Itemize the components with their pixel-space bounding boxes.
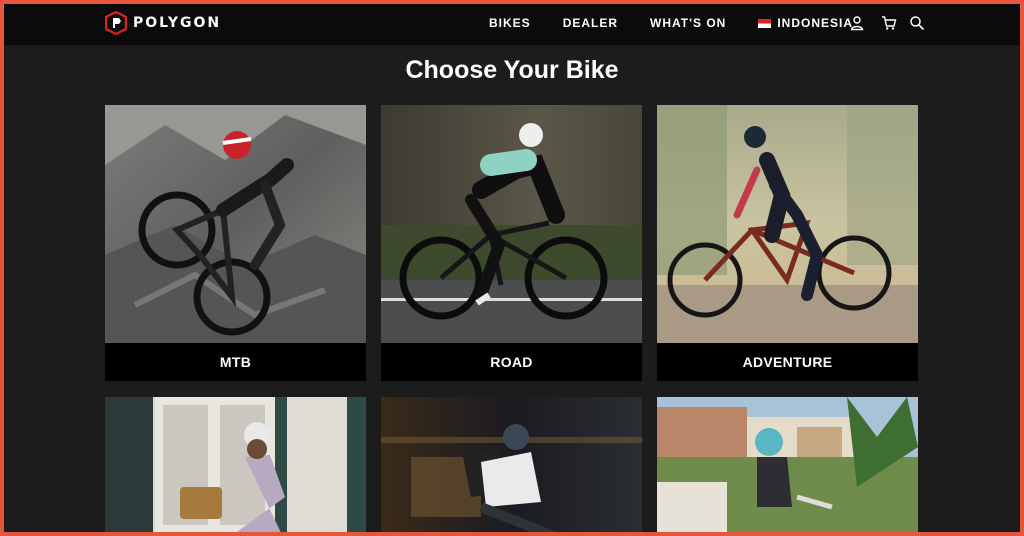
category-label-adventure: ADVENTURE [657,343,918,381]
user-icon[interactable] [849,15,865,31]
commuter-image [381,397,642,532]
region-label: INDONESIA [777,16,854,30]
indonesia-flag-icon [758,19,772,28]
page-title: Choose Your Bike [405,56,619,84]
brand-name: POLYGON [133,15,222,31]
category-card-road[interactable]: ROAD [381,105,642,381]
nav-item-whats-on[interactable]: WHAT'S ON [650,16,726,30]
nav-icons [849,15,935,31]
category-card-4[interactable] [105,397,366,532]
kids-image [657,397,918,532]
nav-item-bikes[interactable]: BIKES [489,16,531,30]
category-label-mtb: MTB [105,343,366,381]
road-image [381,105,642,343]
category-card-adventure[interactable]: ADVENTURE [657,105,918,381]
polygon-logo-icon [105,11,127,35]
main-menu: BIKES DEALER WHAT'S ON INDONESIA [489,16,853,30]
category-label-road: ROAD [381,343,642,381]
category-card-mtb[interactable]: MTB [105,105,366,381]
region-selector[interactable]: INDONESIA [758,16,853,30]
category-card-5[interactable] [381,397,642,532]
cart-icon[interactable] [881,15,897,31]
brand-logo[interactable]: POLYGON [105,11,221,35]
top-navbar: POLYGON BIKES DEALER WHAT'S ON INDONESIA [4,4,1020,45]
page-frame: POLYGON BIKES DEALER WHAT'S ON INDONESIA… [4,4,1020,532]
search-icon[interactable] [909,15,925,31]
adventure-image [657,105,918,343]
category-card-6[interactable] [657,397,918,532]
nav-item-dealer[interactable]: DEALER [563,16,618,30]
mtb-image [105,105,366,343]
city-image [105,397,366,532]
